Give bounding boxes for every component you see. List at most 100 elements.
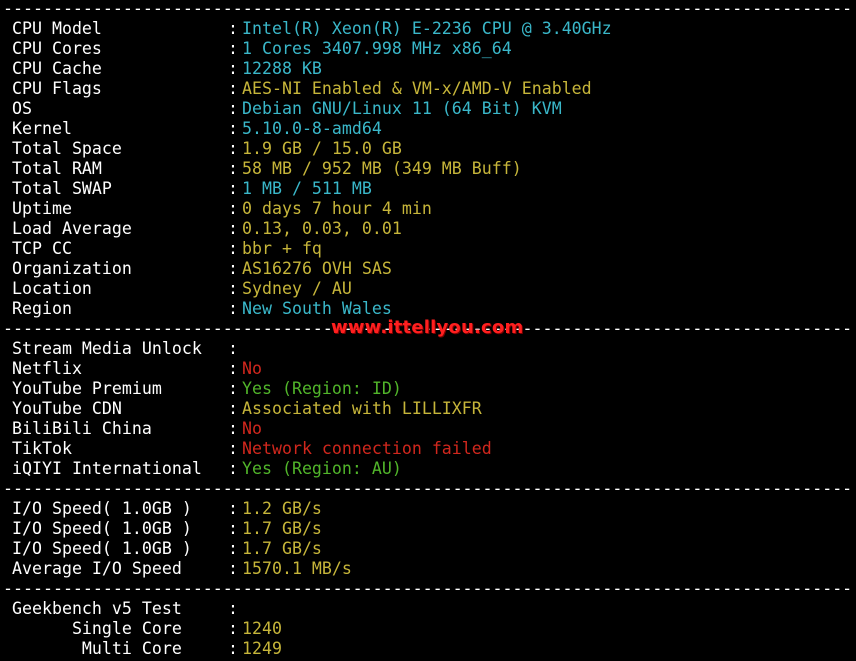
info-row: Total SWAP:1 MB / 511 MB [12, 179, 852, 199]
stream-row-value: Associated with LILLIXFR [242, 399, 482, 418]
io-row-colon: : [228, 559, 238, 578]
info-row-value: 1 MB / 511 MB [242, 179, 372, 198]
info-row: Region: New South Wales [12, 299, 852, 319]
info-row: Load Average:0.13, 0.03, 0.01 [12, 219, 852, 239]
io-row-colon: : [228, 519, 238, 538]
stream-row-label: TikTok [12, 439, 72, 458]
info-row-value: Sydney / AU [242, 279, 352, 298]
info-row-label: OS [12, 99, 32, 118]
io-row-value: 1570.1 MB/s [242, 559, 352, 578]
info-row-colon: : [228, 159, 238, 178]
geekbench-section: Single Core:1240 Multi Core:1249 [12, 619, 852, 659]
io-row-label: I/O Speed( 1.0GB ) [12, 499, 192, 518]
info-row-colon: : [228, 259, 238, 278]
stream-row-colon: : [228, 399, 238, 418]
io-row-label: I/O Speed( 1.0GB ) [12, 519, 192, 538]
stream-row-colon: : [228, 419, 238, 438]
info-row: CPU Cores:1 Cores 3407.998 MHz x86_64 [12, 39, 852, 59]
info-row-value: 0.13, 0.03, 0.01 [242, 219, 402, 238]
io-row-colon: : [228, 499, 238, 518]
info-row: Location: Sydney / AU [12, 279, 852, 299]
info-row-colon: : [228, 79, 238, 98]
stream-row-label: YouTube Premium [12, 379, 162, 398]
info-row: Total Space:1.9 GB / 15.0 GB [12, 139, 852, 159]
watermark-text: www.ittellyou.com [331, 317, 524, 338]
stream-row-colon: : [228, 379, 238, 398]
info-row-colon: : [228, 299, 238, 318]
info-row-label: CPU Model [12, 19, 102, 38]
io-row-value: 1.7 GB/s [242, 519, 322, 538]
info-row: TCP CC: bbr + fq [12, 239, 852, 259]
geekbench-row-label: Multi Core [12, 639, 182, 658]
info-row-label: Kernel [12, 119, 72, 138]
io-row-colon: : [228, 539, 238, 558]
geekbench-row-colon: : [228, 619, 238, 638]
info-row-label: CPU Flags [12, 79, 102, 98]
stream-row-colon: : [228, 359, 238, 378]
stream-row: YouTube CDN: Associated with LILLIXFR [12, 399, 852, 419]
info-row-colon: : [228, 139, 238, 158]
geekbench-row-colon: : [228, 639, 238, 658]
info-row-value: 0 days 7 hour 4 min [242, 199, 432, 218]
info-row-colon: : [228, 199, 238, 218]
info-row-label: TCP CC [12, 239, 72, 258]
info-row-label: Organization [12, 259, 132, 278]
stream-header-colon: : [228, 339, 238, 358]
geekbench-row: Multi Core:1249 [12, 639, 852, 659]
io-row: I/O Speed( 1.0GB ):1.7 GB/s [12, 539, 852, 559]
geekbench-header-colon: : [228, 599, 238, 618]
info-row: Uptime:0 days 7 hour 4 min [12, 199, 852, 219]
info-row-colon: : [228, 99, 238, 118]
info-row-colon: : [228, 119, 238, 138]
info-row-value: 1 Cores 3407.998 MHz x86_64 [242, 39, 512, 58]
info-row: CPU Flags: AES-NI Enabled & VM-x/AMD-V En… [12, 79, 852, 99]
info-row-label: Location [12, 279, 92, 298]
stream-header: Stream Media Unlock [12, 339, 202, 358]
stream-row-value: No [242, 359, 262, 378]
io-row-label: I/O Speed( 1.0GB ) [12, 539, 192, 558]
stream-row: Netflix: No [12, 359, 852, 379]
info-row-label: CPU Cores [12, 39, 102, 58]
geekbench-header: Geekbench v5 Test [12, 599, 182, 618]
stream-row-colon: : [228, 439, 238, 458]
separator-top: ----------------------------------------… [3, 0, 852, 18]
info-row-label: Total Space [12, 139, 122, 158]
info-row-label: CPU Cache [12, 59, 102, 78]
info-row: Organization: AS16276 OVH SAS [12, 259, 852, 279]
info-row-value: New South Wales [242, 299, 392, 318]
geekbench-row-label: Single Core [12, 619, 182, 638]
stream-row-value: Yes (Region: AU) [242, 459, 402, 478]
info-row-label: Uptime [12, 199, 72, 218]
info-row: CPU Model: Intel(R) Xeon(R) E-2236 CPU @ … [12, 19, 852, 39]
stream-row-value: No [242, 419, 262, 438]
stream-header-row: Stream Media Unlock: [12, 339, 852, 359]
info-row: CPU Cache:12288 KB [12, 59, 852, 79]
stream-row: YouTube Premium: Yes (Region: ID) [12, 379, 852, 399]
info-row-label: Region [12, 299, 72, 318]
stream-row: BiliBili China: No [12, 419, 852, 439]
info-row-value: 58 MB / 952 MB (349 MB Buff) [242, 159, 522, 178]
stream-row-label: YouTube CDN [12, 399, 122, 418]
system-info-section: CPU Model: Intel(R) Xeon(R) E-2236 CPU @ … [12, 19, 852, 319]
geekbench-row-value: 1240 [242, 619, 282, 638]
info-row-colon: : [228, 59, 238, 78]
stream-row-value: Network connection failed [242, 439, 492, 458]
io-row: I/O Speed( 1.0GB ):1.2 GB/s [12, 499, 852, 519]
geekbench-row-value: 1249 [242, 639, 282, 658]
stream-row-colon: : [228, 459, 238, 478]
info-row-value: Debian GNU/Linux 11 (64 Bit) KVM [242, 99, 562, 118]
info-row-value: bbr + fq [242, 239, 322, 258]
info-row-value: Intel(R) Xeon(R) E-2236 CPU @ 3.40GHz [242, 19, 612, 38]
stream-row-label: BiliBili China [12, 419, 152, 438]
separator-io: ----------------------------------------… [3, 479, 852, 498]
stream-row-label: iQIYI International [12, 459, 202, 478]
stream-row: TikTok: Network connection failed [12, 439, 852, 459]
stream-row-value: Yes (Region: ID) [242, 379, 402, 398]
info-row-colon: : [228, 179, 238, 198]
io-row: Average I/O Speed:1570.1 MB/s [12, 559, 852, 579]
io-speed-section: I/O Speed( 1.0GB ):1.2 GB/s I/O Speed( 1.… [12, 499, 852, 579]
info-row-label: Total SWAP [12, 179, 112, 198]
info-row-value: AS16276 OVH SAS [242, 259, 392, 278]
geekbench-row: Single Core:1240 [12, 619, 852, 639]
io-row-value: 1.7 GB/s [242, 539, 322, 558]
